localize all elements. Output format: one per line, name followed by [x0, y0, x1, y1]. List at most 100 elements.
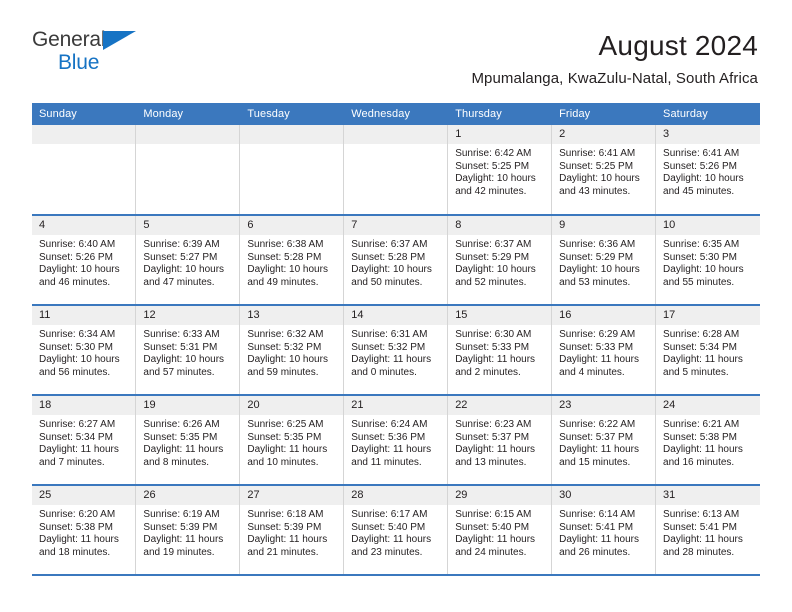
calendar-day-cell[interactable]: 17 Sunrise: 6:28 AM Sunset: 5:34 PM Dayligh…	[655, 305, 760, 396]
day-number: 4	[32, 216, 136, 235]
calendar-day-cell[interactable]: 7 Sunrise: 6:37 AM Sunset: 5:28 PM Daylight…	[343, 215, 449, 306]
calendar-day-cell[interactable]: 9 Sunrise: 6:36 AM Sunset: 5:29 PM Daylight…	[551, 215, 657, 306]
day-details: Sunrise: 6:42 AM Sunset: 5:25 PM Daylight:…	[448, 144, 551, 198]
sunset-text: Sunset: 5:36 PM	[351, 431, 426, 443]
sunrise-text: Sunrise: 6:26 AM	[143, 419, 220, 430]
sunset-text: Sunset: 5:34 PM	[663, 341, 737, 353]
calendar-day-cell[interactable]: 2 Sunrise: 6:41 AM Sunset: 5:25 PM Daylight…	[551, 125, 657, 216]
calendar-day-cell[interactable]: 21 Sunrise: 6:24 AM Sunset: 5:36 PM Dayligh…	[343, 395, 449, 486]
calendar-day-cell[interactable]: 26 Sunrise: 6:19 AM Sunset: 5:39 PM Dayligh…	[135, 485, 241, 576]
sunrise-text: Sunrise: 6:41 AM	[559, 148, 636, 159]
sunset-text: Sunset: 5:32 PM	[247, 341, 322, 353]
sunset-text: Sunset: 5:39 PM	[143, 521, 218, 533]
calendar-day-cell[interactable]: 29 Sunrise: 6:15 AM Sunset: 5:40 PM Dayligh…	[447, 485, 553, 576]
calendar-cell-empty	[239, 125, 345, 216]
sunset-text: Sunset: 5:32 PM	[351, 341, 426, 353]
daylight-text: Daylight: 10 hours and 45 minutes.	[663, 173, 744, 197]
day-details: Sunrise: 6:41 AM Sunset: 5:26 PM Daylight:…	[656, 144, 759, 198]
sunset-text: Sunset: 5:40 PM	[455, 521, 530, 533]
calendar-day-cell[interactable]: 31 Sunrise: 6:13 AM Sunset: 5:41 PM Dayligh…	[655, 485, 760, 576]
day-details: Sunrise: 6:18 AM Sunset: 5:39 PM Daylight:…	[240, 505, 343, 559]
weekday-header-wednesday: Wednesday	[343, 103, 449, 125]
calendar-day-cell[interactable]: 19 Sunrise: 6:26 AM Sunset: 5:35 PM Dayligh…	[135, 395, 241, 486]
calendar-day-cell[interactable]: 20 Sunrise: 6:25 AM Sunset: 5:35 PM Dayligh…	[239, 395, 345, 486]
calendar-day-cell[interactable]: 14 Sunrise: 6:31 AM Sunset: 5:32 PM Dayligh…	[343, 305, 449, 396]
triangle-icon	[103, 31, 136, 50]
daylight-text: Daylight: 11 hours and 11 minutes.	[351, 444, 432, 468]
sunset-text: Sunset: 5:25 PM	[455, 160, 530, 172]
calendar-day-cell[interactable]: 8 Sunrise: 6:37 AM Sunset: 5:29 PM Daylight…	[447, 215, 553, 306]
daylight-text: Daylight: 11 hours and 0 minutes.	[351, 354, 432, 378]
calendar-day-cell[interactable]: 24 Sunrise: 6:21 AM Sunset: 5:38 PM Dayligh…	[655, 395, 760, 486]
weekday-header-thursday: Thursday	[447, 103, 553, 125]
sunrise-text: Sunrise: 6:17 AM	[351, 509, 428, 520]
daylight-text: Daylight: 11 hours and 7 minutes.	[39, 444, 119, 468]
calendar-day-cell[interactable]: 30 Sunrise: 6:14 AM Sunset: 5:41 PM Dayligh…	[551, 485, 657, 576]
calendar-day-cell[interactable]: 3 Sunrise: 6:41 AM Sunset: 5:26 PM Daylight…	[655, 125, 760, 216]
calendar-day-cell[interactable]: 1 Sunrise: 6:42 AM Sunset: 5:25 PM Daylight…	[447, 125, 553, 216]
calendar-day-cell[interactable]: 11 Sunrise: 6:34 AM Sunset: 5:30 PM Dayligh…	[32, 305, 137, 396]
sunrise-text: Sunrise: 6:35 AM	[663, 239, 740, 250]
sunrise-text: Sunrise: 6:18 AM	[247, 509, 324, 520]
sunrise-text: Sunrise: 6:34 AM	[39, 329, 116, 340]
weekday-header-sunday: Sunday	[32, 103, 137, 125]
day-number	[136, 125, 240, 144]
calendar-day-cell[interactable]: 6 Sunrise: 6:38 AM Sunset: 5:28 PM Daylight…	[239, 215, 345, 306]
day-number: 26	[136, 486, 240, 505]
sunset-text: Sunset: 5:31 PM	[143, 341, 218, 353]
page-subtitle: Mpumalanga, KwaZulu-Natal, South Africa	[471, 70, 758, 87]
day-number: 30	[552, 486, 656, 505]
day-number: 12	[136, 306, 240, 325]
calendar-day-cell[interactable]: 10 Sunrise: 6:35 AM Sunset: 5:30 PM Dayligh…	[655, 215, 760, 306]
sunset-text: Sunset: 5:37 PM	[455, 431, 530, 443]
sunset-text: Sunset: 5:38 PM	[39, 521, 113, 533]
calendar-week-row: 25 Sunrise: 6:20 AM Sunset: 5:38 PM Dayligh…	[32, 485, 760, 576]
day-number: 21	[344, 396, 448, 415]
calendar-day-cell[interactable]: 4 Sunrise: 6:40 AM Sunset: 5:26 PM Daylight…	[32, 215, 137, 306]
calendar-day-cell[interactable]: 15 Sunrise: 6:30 AM Sunset: 5:33 PM Dayligh…	[447, 305, 553, 396]
title-block: August 2024 Mpumalanga, KwaZulu-Natal, S…	[471, 28, 758, 89]
day-number: 9	[552, 216, 656, 235]
day-details: Sunrise: 6:38 AM Sunset: 5:28 PM Daylight:…	[240, 235, 343, 289]
calendar-day-cell[interactable]: 22 Sunrise: 6:23 AM Sunset: 5:37 PM Dayligh…	[447, 395, 553, 486]
calendar-day-cell[interactable]: 23 Sunrise: 6:22 AM Sunset: 5:37 PM Dayligh…	[551, 395, 657, 486]
calendar-day-cell[interactable]: 13 Sunrise: 6:32 AM Sunset: 5:32 PM Dayligh…	[239, 305, 345, 396]
day-number: 16	[552, 306, 656, 325]
sunset-text: Sunset: 5:25 PM	[559, 160, 634, 172]
sunrise-text: Sunrise: 6:39 AM	[143, 239, 220, 250]
daylight-text: Daylight: 10 hours and 59 minutes.	[247, 354, 328, 378]
brand-logo[interactable]: General Blue	[32, 28, 147, 76]
calendar-day-cell[interactable]: 12 Sunrise: 6:33 AM Sunset: 5:31 PM Dayligh…	[135, 305, 241, 396]
day-number: 17	[656, 306, 760, 325]
day-details: Sunrise: 6:30 AM Sunset: 5:33 PM Daylight:…	[448, 325, 551, 379]
sunset-text: Sunset: 5:39 PM	[247, 521, 322, 533]
sunset-text: Sunset: 5:28 PM	[351, 251, 426, 263]
page-header: General Blue August 2024 Mpumalanga, Kwa…	[0, 0, 792, 89]
daylight-text: Daylight: 11 hours and 4 minutes.	[559, 354, 639, 378]
day-number: 29	[448, 486, 552, 505]
day-details: Sunrise: 6:24 AM Sunset: 5:36 PM Daylight:…	[344, 415, 447, 469]
calendar-table: Sunday Monday Tuesday Wednesday Thursday…	[32, 103, 760, 576]
calendar-week-row: 1 Sunrise: 6:42 AM Sunset: 5:25 PM Daylight…	[32, 125, 760, 216]
day-number: 31	[656, 486, 760, 505]
calendar-day-cell[interactable]: 5 Sunrise: 6:39 AM Sunset: 5:27 PM Daylight…	[135, 215, 241, 306]
sunrise-text: Sunrise: 6:13 AM	[663, 509, 740, 520]
daylight-text: Daylight: 11 hours and 26 minutes.	[559, 534, 639, 558]
calendar-day-cell[interactable]: 27 Sunrise: 6:18 AM Sunset: 5:39 PM Dayligh…	[239, 485, 345, 576]
day-number: 24	[656, 396, 760, 415]
daylight-text: Daylight: 11 hours and 16 minutes.	[663, 444, 743, 468]
day-number: 22	[448, 396, 552, 415]
sunset-text: Sunset: 5:35 PM	[143, 431, 218, 443]
calendar-day-cell[interactable]: 16 Sunrise: 6:29 AM Sunset: 5:33 PM Dayligh…	[551, 305, 657, 396]
day-number: 13	[240, 306, 344, 325]
calendar-day-cell[interactable]: 28 Sunrise: 6:17 AM Sunset: 5:40 PM Dayligh…	[343, 485, 449, 576]
calendar-week-row: 4 Sunrise: 6:40 AM Sunset: 5:26 PM Daylight…	[32, 215, 760, 306]
sunrise-text: Sunrise: 6:37 AM	[455, 239, 532, 250]
calendar-day-cell[interactable]: 25 Sunrise: 6:20 AM Sunset: 5:38 PM Dayligh…	[32, 485, 137, 576]
sunrise-text: Sunrise: 6:14 AM	[559, 509, 636, 520]
day-details: Sunrise: 6:15 AM Sunset: 5:40 PM Daylight:…	[448, 505, 551, 559]
calendar-day-cell[interactable]: 18 Sunrise: 6:27 AM Sunset: 5:34 PM Dayligh…	[32, 395, 137, 486]
sunrise-text: Sunrise: 6:24 AM	[351, 419, 428, 430]
sunrise-text: Sunrise: 6:33 AM	[143, 329, 220, 340]
day-number: 1	[448, 125, 552, 144]
